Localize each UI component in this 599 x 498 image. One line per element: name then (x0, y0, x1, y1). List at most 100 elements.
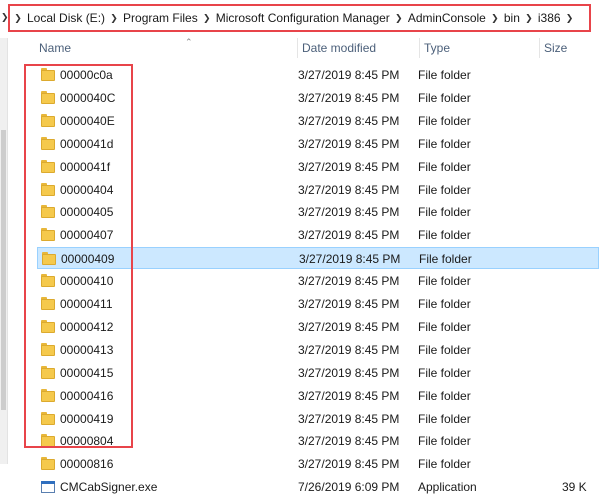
list-item[interactable]: 00000816 3/27/2019 8:45 PM File folder (37, 453, 599, 475)
application-icon (40, 480, 56, 494)
list-item[interactable]: 00000410 3/27/2019 8:45 PM File folder (37, 270, 599, 292)
list-item[interactable]: CMCabSigner.exe 7/26/2019 6:09 PM Applicat… (37, 476, 599, 498)
item-type: File folder (419, 252, 472, 267)
list-item[interactable]: 00000409 3/27/2019 8:45 PM File folder (37, 247, 599, 270)
scrollbar-thumb[interactable] (1, 130, 6, 410)
list-item[interactable]: 00000415 3/27/2019 8:45 PM File folder (37, 362, 599, 384)
folder-icon (40, 274, 56, 288)
item-type: File folder (418, 90, 471, 105)
column-size-header[interactable]: Size (540, 38, 599, 58)
item-date: 3/27/2019 8:45 PM (298, 297, 400, 311)
folder-icon (40, 228, 56, 242)
item-name: 00000413 (60, 342, 114, 357)
list-item[interactable]: 0000040C 3/27/2019 8:45 PM File folder (37, 87, 599, 109)
folder-icon (40, 388, 56, 403)
folder-icon (40, 159, 56, 174)
breadcrumb: ❯ Local Disk (E:) ❯ Program Files ❯ Microsoft… (8, 4, 591, 32)
navigation-pane-edge (0, 38, 8, 464)
item-type: File folder (418, 457, 471, 472)
folder-icon (40, 205, 56, 219)
list-item[interactable]: 00000804 3/27/2019 8:45 PM File folder (37, 430, 599, 452)
item-name: 00000419 (60, 411, 114, 426)
column-type-header[interactable]: Type (420, 38, 540, 58)
folder-icon (40, 90, 56, 105)
item-name: 00000411 (60, 297, 113, 311)
item-name: 0000040C (60, 90, 116, 105)
column-name-label: Name (39, 41, 72, 55)
chevron-right-icon[interactable]: ❯ (564, 7, 576, 29)
item-type: Application (418, 480, 477, 495)
folder-icon (40, 113, 56, 128)
folder-icon (40, 319, 56, 334)
folder-icon (40, 457, 56, 471)
list-item[interactable]: 0000041f 3/27/2019 8:45 PM File folder (37, 156, 599, 178)
chevron-right-icon[interactable]: ❯ (393, 7, 405, 29)
folder-icon (40, 365, 56, 380)
item-name: 0000041f (60, 159, 111, 174)
folder-icon (40, 136, 56, 151)
breadcrumb-item[interactable]: Microsoft Configuration Manager (213, 7, 393, 29)
column-name-header[interactable]: Name ⌃ (35, 37, 298, 58)
item-date: 3/27/2019 8:45 PM (298, 457, 400, 472)
item-date: 3/27/2019 8:45 PM (298, 228, 400, 243)
list-item[interactable]: 00000404 3/27/2019 8:45 PM File folder (37, 179, 599, 201)
folder-icon (40, 342, 56, 357)
chevron-right-icon[interactable]: ❯ (12, 7, 24, 29)
chevron-right-icon[interactable]: ❯ (201, 7, 213, 29)
chevron-right-icon[interactable]: ❯ (108, 7, 120, 29)
item-date: 3/27/2019 8:45 PM (298, 319, 400, 334)
list-item[interactable]: 00000412 3/27/2019 8:45 PM File folder (37, 316, 599, 338)
item-name: 00000416 (60, 388, 114, 403)
chevron-right-icon[interactable]: ❯ (489, 7, 501, 29)
item-type: File folder (418, 136, 471, 151)
item-name: 00000804 (60, 434, 114, 449)
item-date: 7/26/2019 6:09 PM (298, 480, 400, 495)
item-type: File folder (418, 411, 471, 426)
address-bar[interactable]: ❯ ❯ Local Disk (E:) ❯ Program Files ❯ Microso… (0, 0, 599, 38)
item-type: File folder (418, 228, 471, 243)
item-type: File folder (418, 113, 471, 128)
item-date: 3/27/2019 8:45 PM (298, 205, 400, 220)
column-date-label: Date modified (302, 41, 377, 55)
folder-icon (40, 297, 56, 311)
item-date: 3/27/2019 8:45 PM (298, 411, 400, 426)
item-name: CMCabSigner.exe (60, 480, 158, 495)
folder-icon (40, 182, 56, 197)
item-type: File folder (418, 68, 471, 82)
column-size-label: Size (544, 41, 568, 55)
item-size: 39 K (562, 480, 587, 495)
list-item[interactable]: 00000c0a 3/27/2019 8:45 PM File folder (37, 64, 599, 86)
item-date: 3/27/2019 8:45 PM (298, 90, 400, 105)
item-type: File folder (418, 274, 471, 289)
item-type: File folder (418, 342, 471, 357)
item-name: 00000412 (60, 319, 114, 334)
item-type: File folder (418, 205, 471, 220)
breadcrumb-item[interactable]: Program Files (120, 7, 201, 29)
item-name: 00000c0a (60, 68, 113, 82)
list-item[interactable]: 00000411 3/27/2019 8:45 PM File folder (37, 293, 599, 315)
list-item[interactable]: 00000416 3/27/2019 8:45 PM File folder (37, 385, 599, 407)
item-name: 0000040E (60, 113, 115, 128)
list-item[interactable]: 0000041d 3/27/2019 8:45 PM File folder (37, 133, 599, 155)
item-date: 3/27/2019 8:45 PM (298, 136, 400, 151)
breadcrumb-item[interactable]: i386 (535, 7, 564, 29)
folder-icon (40, 434, 56, 448)
item-date: 3/27/2019 8:45 PM (298, 113, 400, 128)
item-name: 00000415 (60, 365, 114, 380)
list-item[interactable]: 00000405 3/27/2019 8:45 PM File folder (37, 201, 599, 223)
column-date-header[interactable]: Date modified (298, 38, 420, 58)
item-type: File folder (418, 365, 471, 380)
list-item[interactable]: 00000413 3/27/2019 8:45 PM File folder (37, 339, 599, 361)
list-item[interactable]: 00000419 3/27/2019 8:45 PM File folder (37, 408, 599, 430)
list-item[interactable]: 0000040E 3/27/2019 8:45 PM File folder (37, 110, 599, 132)
breadcrumb-item[interactable]: AdminConsole (405, 7, 489, 29)
list-item[interactable]: 00000407 3/27/2019 8:45 PM File folder (37, 224, 599, 246)
chevron-right-icon[interactable]: ❯ (523, 7, 535, 29)
item-date: 3/27/2019 8:45 PM (298, 274, 400, 289)
breadcrumb-item[interactable]: bin (501, 7, 523, 29)
item-type: File folder (418, 297, 471, 311)
breadcrumb-item[interactable]: Local Disk (E:) (24, 7, 108, 29)
item-name: 00000407 (60, 228, 114, 243)
column-header: Name ⌃ Date modified Type Size (10, 37, 599, 58)
item-date: 3/27/2019 8:45 PM (298, 388, 400, 403)
